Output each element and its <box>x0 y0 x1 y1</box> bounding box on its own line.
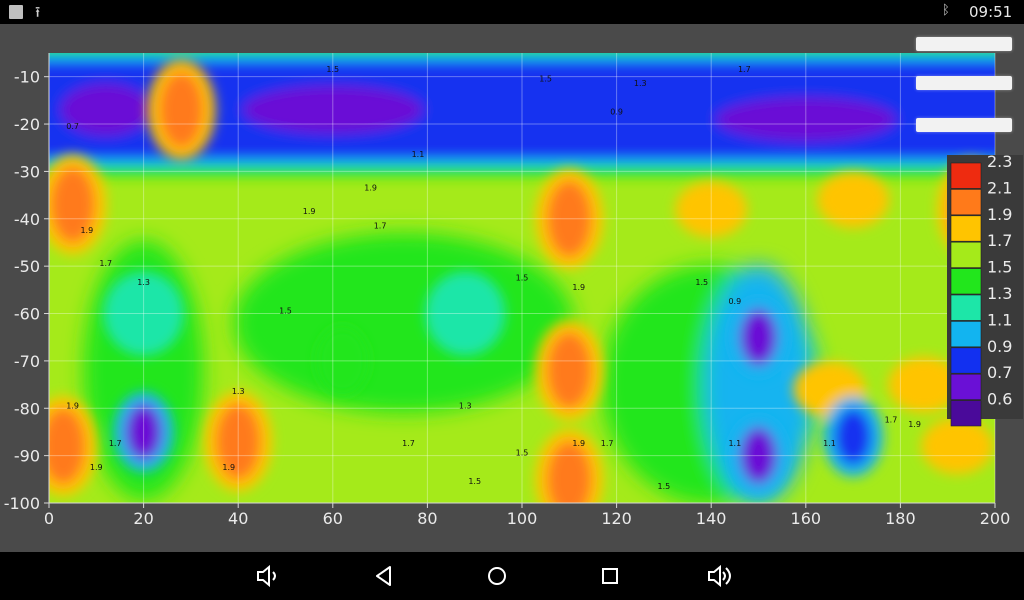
contour-label: 1.1 <box>412 150 425 159</box>
contour-label: 1.5 <box>539 74 552 83</box>
contour-label: 0.7 <box>66 122 79 131</box>
y-tick-label: -20 <box>14 115 40 134</box>
contour-label: 1.9 <box>90 463 103 472</box>
x-tick-label: 140 <box>696 509 727 528</box>
bluetooth-icon: ᛒ <box>942 3 950 18</box>
colorbar-label: 0.9 <box>987 337 1012 356</box>
contour-label: 1.5 <box>468 477 481 486</box>
colorbar-label: 1.9 <box>987 205 1012 224</box>
recents-icon[interactable] <box>596 562 624 590</box>
feature-blob <box>159 71 204 148</box>
contour-label: 1.3 <box>634 79 647 88</box>
status-clock: 09:51 <box>969 3 1013 21</box>
x-tick-label: 200 <box>980 509 1011 528</box>
colorbar-label: 0.6 <box>987 390 1012 409</box>
feature-blob <box>835 408 872 465</box>
y-tick-label: -40 <box>14 210 40 229</box>
home-icon[interactable] <box>483 562 511 590</box>
contour-chart-area[interactable]: 1.5 1.7 1.5 1.3 0.7 0.9 1.1 0.7 1.9 1.9 1.9 1.7 1.7 1… <box>0 24 1024 552</box>
contour-label: 1.5 <box>695 278 708 287</box>
feature-blob <box>817 171 890 228</box>
x-tick-label: 160 <box>791 509 822 528</box>
feature-blob <box>547 441 592 503</box>
colorbar-swatch <box>950 268 982 295</box>
y-tick-label: -70 <box>14 352 40 371</box>
volume-down-icon[interactable] <box>254 562 282 590</box>
y-tick-label: -90 <box>14 447 40 466</box>
side-button-1[interactable] <box>916 37 1012 51</box>
contour-label: 1.7 <box>402 439 415 448</box>
contour-label: 1.9 <box>364 183 377 192</box>
x-tick-label: 40 <box>228 509 248 528</box>
colorbar-label: 2.1 <box>987 178 1012 197</box>
contour-label: 1.7 <box>99 259 112 268</box>
contour-label: 1.9 <box>66 401 79 410</box>
back-icon[interactable] <box>370 562 398 590</box>
colorbar-swatch <box>950 347 982 374</box>
colorbar-label: 1.3 <box>987 284 1012 303</box>
x-tick-label: 0 <box>44 509 54 528</box>
y-tick-label: -10 <box>14 68 40 87</box>
contour-label: 1.9 <box>572 283 585 292</box>
colorbar-swatch <box>950 241 982 268</box>
contour-label: 1.9 <box>572 439 585 448</box>
x-tick-label: 80 <box>417 509 437 528</box>
colorbar-label: 1.5 <box>987 258 1012 277</box>
contour-label: 0.9 <box>728 297 741 306</box>
notification-square-icon <box>9 5 23 19</box>
contour-label: 1.1 <box>823 439 836 448</box>
colorbar-label: 1.1 <box>987 310 1012 329</box>
contour-chart[interactable]: 1.5 1.7 1.5 1.3 0.7 0.9 1.1 0.7 1.9 1.9 1.9 1.7 1.7 1… <box>0 24 1024 552</box>
colorbar-swatch <box>950 189 982 216</box>
y-tick-label: -50 <box>14 257 40 276</box>
contour-label: 1.5 <box>516 273 529 282</box>
contour-label: 1.7 <box>601 439 614 448</box>
contour-label: 1.5 <box>279 307 292 316</box>
x-tick-label: 60 <box>323 509 343 528</box>
contour-label: 1.1 <box>728 439 741 448</box>
colorbar-swatch <box>950 162 982 189</box>
contour-label: 1.7 <box>109 439 122 448</box>
y-tick-label: -100 <box>4 494 40 513</box>
colorbar-swatch <box>950 400 982 427</box>
colorbar-label: 1.7 <box>987 231 1012 250</box>
colorbar-label: 2.3 <box>987 152 1012 171</box>
feature-blob <box>49 408 86 485</box>
x-tick-label: 20 <box>133 509 153 528</box>
x-tick-label: 100 <box>507 509 538 528</box>
colorbar-swatch <box>950 215 982 242</box>
contour-label: 1.3 <box>137 278 150 287</box>
colorbar-swatch <box>950 321 982 348</box>
contour-label: 1.7 <box>374 221 387 230</box>
feature-blob <box>547 332 592 409</box>
x-tick-label: 180 <box>885 509 916 528</box>
side-button-3[interactable] <box>916 118 1012 132</box>
x-tick-label: 120 <box>601 509 632 528</box>
navigation-bar <box>0 552 1024 600</box>
contour-label: 0.9 <box>610 108 623 117</box>
contour-label: 1.9 <box>303 207 316 216</box>
volume-up-icon[interactable] <box>706 562 734 590</box>
colorbar-swatch <box>950 373 982 400</box>
contour-label: 1.9 <box>222 463 235 472</box>
contour-label: 1.7 <box>738 65 751 74</box>
feature-blob <box>740 309 777 366</box>
y-tick-label: -30 <box>14 162 40 181</box>
contour-label: 1.9 <box>908 420 921 429</box>
colorbar-label: 0.7 <box>987 363 1012 382</box>
y-tick-label: -80 <box>14 399 40 418</box>
contour-label: 1.5 <box>516 449 529 458</box>
contour-label: 1.3 <box>459 401 472 410</box>
contour-label: 1.7 <box>885 415 898 424</box>
status-bar: ⭱ ᛒ 09:51 <box>0 0 1024 24</box>
colorbar-swatch <box>950 294 982 321</box>
contour-label: 1.5 <box>658 482 671 491</box>
y-tick-label: -60 <box>14 305 40 324</box>
field-region <box>233 233 574 413</box>
contour-label: 1.5 <box>326 65 339 74</box>
contour-label: 1.9 <box>80 226 93 235</box>
side-button-2[interactable] <box>916 76 1012 90</box>
contour-label: 1.3 <box>232 387 245 396</box>
feature-blob <box>921 418 994 475</box>
